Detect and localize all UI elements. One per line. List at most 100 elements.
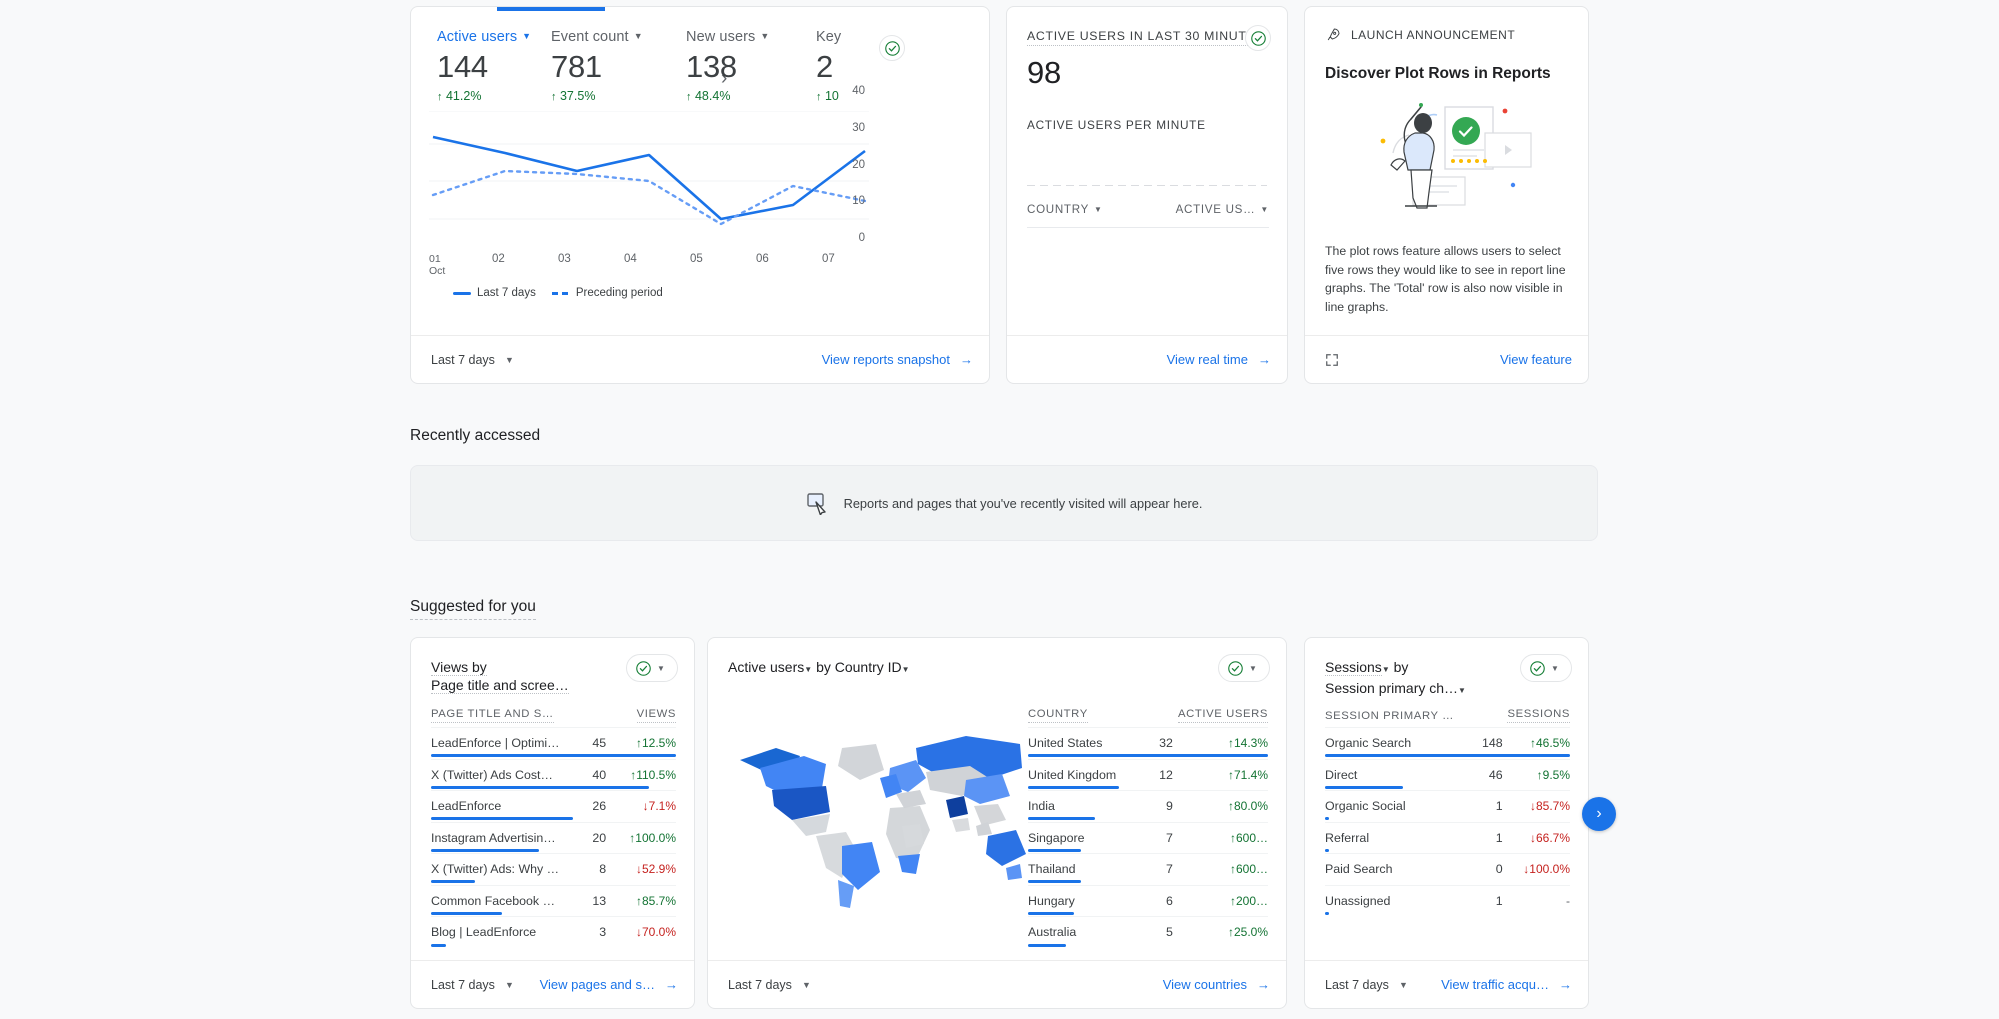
date-range-selector[interactable]: Last 7 days ▼ xyxy=(427,349,518,371)
series-last-7-days xyxy=(432,135,866,221)
active-users-line-chart xyxy=(429,110,869,261)
row-delta: ↑12.5% xyxy=(606,727,676,753)
table-row[interactable]: LeadEnforce 26 ↓7.1% xyxy=(431,790,676,816)
date-range-selector[interactable]: Last 7 days ▼ xyxy=(1321,974,1412,996)
announcement-illustration xyxy=(1380,103,1532,209)
active-users-by-country-card: Active users▼ by Country ID▼ ▼ COUNTRY A… xyxy=(707,637,1287,1009)
row-value: 20 xyxy=(589,821,607,848)
legend-item-preceding-period: Preceding period xyxy=(551,287,663,299)
row-name: LeadEnforce xyxy=(431,790,590,816)
table-row[interactable]: Unassigned 1- xyxy=(1325,884,1570,911)
row-name: Common Facebook … xyxy=(431,884,590,911)
row-name: X (Twitter) Ads: Why … xyxy=(431,853,590,879)
row-delta: ↑25.0% xyxy=(1172,916,1268,942)
table-row[interactable]: Organic Social 1 ↓85.7% xyxy=(1325,790,1570,816)
row-value: 8 xyxy=(589,853,607,879)
sessions-card-footer: Last 7 days ▼ View traffic acqu… → xyxy=(1305,960,1588,1008)
metric-new-users[interactable]: New users ▼ 138 ↑ 48.4% xyxy=(686,29,769,103)
table-row[interactable]: Instagram Advertisin… 20 ↑100.0% xyxy=(431,821,676,848)
check-circle-icon xyxy=(884,40,900,56)
table-row[interactable]: Paid Search 0 ↓100.0% xyxy=(1325,853,1570,879)
row-name: Referral xyxy=(1325,821,1479,848)
row-value: 5 xyxy=(1146,916,1173,942)
table-header-row: PAGE TITLE AND S… VIEWS xyxy=(431,708,676,728)
row-delta: ↓100.0% xyxy=(1502,853,1570,879)
table-row[interactable]: X (Twitter) Ads: Why … 8 ↓52.9% xyxy=(431,853,676,879)
row-name: India xyxy=(1028,790,1147,816)
table-row[interactable]: Blog | LeadEnforce 3 ↓70.0% xyxy=(431,916,676,942)
metric-label[interactable]: New users ▼ xyxy=(686,29,769,45)
row-value: 1 xyxy=(1478,790,1503,816)
chevron-down-icon: ▼ xyxy=(504,979,514,990)
row-delta: ↑80.0% xyxy=(1172,790,1268,816)
views-card-title[interactable]: Views by Page title and scree… xyxy=(431,658,569,694)
realtime-col-active-users[interactable]: ACTIVE US… ▼ xyxy=(1176,203,1269,216)
data-quality-check-icon[interactable] xyxy=(1245,25,1271,51)
metric-delta: ↑ 37.5% xyxy=(551,89,596,103)
row-name: Singapore xyxy=(1028,821,1147,848)
overview-card-footer: Last 7 days ▼ View reports snapshot → xyxy=(411,335,989,383)
announcement-body: The plot rows feature allows users to se… xyxy=(1325,244,1566,314)
date-range-selector[interactable]: Last 7 days ▼ xyxy=(724,974,815,996)
sessions-card-title[interactable]: Sessions▼ by Session primary ch…▼ xyxy=(1325,658,1466,700)
table-row[interactable]: Thailand 7 ↑600… xyxy=(1028,853,1268,879)
row-value: 45 xyxy=(589,727,607,753)
table-row[interactable]: United States 32 ↑14.3% xyxy=(1028,727,1268,753)
row-bar xyxy=(431,942,676,948)
data-quality-check-icon[interactable] xyxy=(879,35,905,61)
view-real-time-link[interactable]: View real time → xyxy=(1167,352,1271,367)
view-traffic-acquisition-link[interactable]: View traffic acqu… → xyxy=(1441,977,1572,992)
row-name: Unassigned xyxy=(1325,884,1479,911)
chart-legend: Last 7 days Preceding period xyxy=(453,287,663,299)
country-card-options[interactable]: ▼ xyxy=(1218,654,1270,682)
chevron-down-icon: ▼ xyxy=(1381,665,1390,674)
expand-button[interactable] xyxy=(1321,349,1343,371)
metric-event-count[interactable]: Event count ▼ 781 ↑ 37.5% xyxy=(551,29,643,103)
realtime-divider xyxy=(1027,185,1267,186)
recently-accessed-title: Recently accessed xyxy=(410,427,541,444)
metric-active-users[interactable]: Active users ▼ 144 ↑ 41.2% xyxy=(437,29,531,103)
chevron-down-icon: ▼ xyxy=(760,31,770,41)
metric-label[interactable]: Event count ▼ xyxy=(551,29,643,45)
metric-label[interactable]: Key xyxy=(816,29,841,45)
view-reports-snapshot-link[interactable]: View reports snapshot → xyxy=(822,352,973,367)
chevron-down-icon: ▼ xyxy=(522,31,532,41)
metric-delta: ↑ 41.2% xyxy=(437,89,482,103)
row-value: 3 xyxy=(589,916,607,942)
table-row[interactable]: Singapore 7 ↑600… xyxy=(1028,821,1268,848)
table-row[interactable]: X (Twitter) Ads Cost… 40 ↑110.5% xyxy=(431,758,676,785)
world-map-choropleth[interactable] xyxy=(730,708,1030,928)
view-feature-link[interactable]: View feature xyxy=(1500,352,1572,367)
check-circle-icon xyxy=(636,660,651,676)
row-value: 0 xyxy=(1478,853,1503,879)
table-row[interactable]: Australia 5 ↑25.0% xyxy=(1028,916,1268,942)
realtime-col-country[interactable]: COUNTRY ▼ xyxy=(1027,203,1103,216)
table-row[interactable]: India 9 ↑80.0% xyxy=(1028,790,1268,816)
table-row[interactable]: Common Facebook … 13 ↑85.7% xyxy=(431,884,676,911)
arrow-up-icon: ↑ xyxy=(686,91,692,103)
table-row[interactable]: Direct 46 ↑9.5% xyxy=(1325,758,1570,785)
row-name: Organic Search xyxy=(1325,727,1479,753)
realtime-subtitle: ACTIVE USERS PER MINUTE xyxy=(1027,118,1206,132)
row-name: Paid Search xyxy=(1325,853,1479,879)
sessions-card-options[interactable]: ▼ xyxy=(1520,654,1572,682)
metric-label[interactable]: Active users ▼ xyxy=(437,29,531,45)
x-tick-01: 01 Oct xyxy=(429,253,446,277)
carousel-next-button[interactable]: › xyxy=(1582,797,1616,831)
view-pages-and-screens-link[interactable]: View pages and s… → xyxy=(540,977,678,992)
country-card-title[interactable]: Active users▼ by Country ID▼ xyxy=(728,658,910,679)
metric-value: 138 xyxy=(686,49,737,84)
rocket-icon xyxy=(1327,28,1340,41)
table-row[interactable]: United Kingdom 12 ↑71.4% xyxy=(1028,758,1268,785)
views-table: PAGE TITLE AND S… VIEWS LeadEnforce | Op… xyxy=(431,708,676,948)
table-row[interactable]: LeadEnforce | Optimi… 45 ↑12.5% xyxy=(431,727,676,753)
col-session-channel: SESSION PRIMARY … xyxy=(1325,709,1455,722)
table-row[interactable]: Referral 1 ↓66.7% xyxy=(1325,821,1570,848)
row-value: 32 xyxy=(1146,727,1173,753)
table-row[interactable]: Organic Search 148 ↑46.5% xyxy=(1325,727,1570,753)
table-row[interactable]: Hungary 6 ↑200… xyxy=(1028,884,1268,911)
row-name: Direct xyxy=(1325,758,1479,785)
view-countries-link[interactable]: View countries → xyxy=(1163,977,1270,992)
views-card-options[interactable]: ▼ xyxy=(626,654,678,682)
date-range-selector[interactable]: Last 7 days ▼ xyxy=(427,974,518,996)
